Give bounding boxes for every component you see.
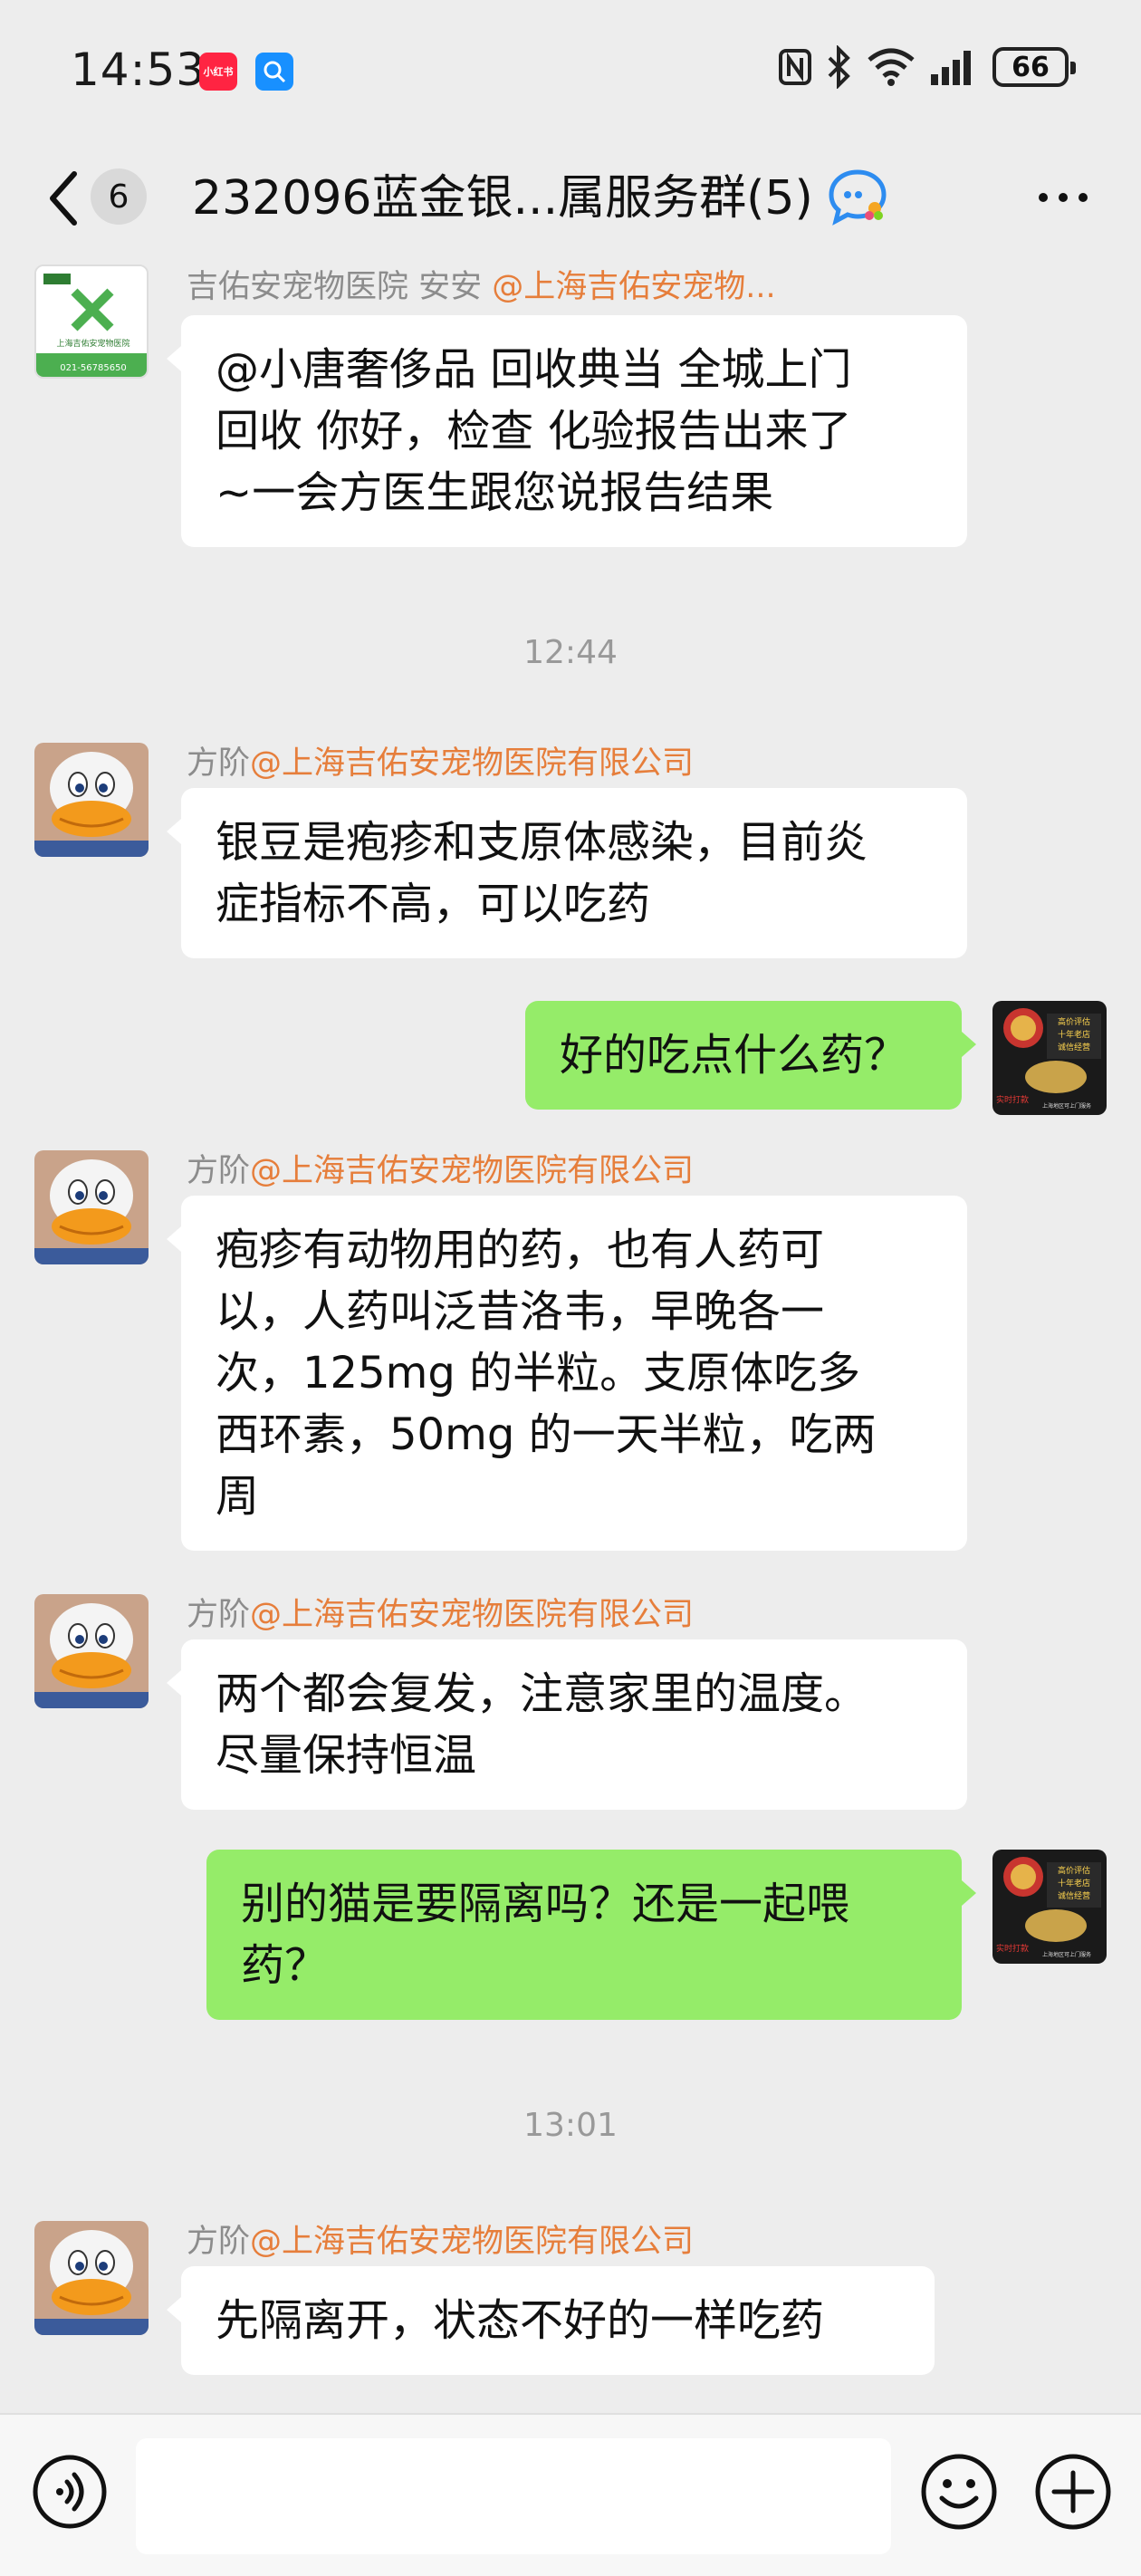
- svg-text:上海地区可上门服务: 上海地区可上门服务: [1042, 1951, 1091, 1958]
- svg-text:十年老店: 十年老店: [1058, 1878, 1090, 1889]
- message-text-line: 尽量保持恒温: [216, 1730, 477, 1781]
- message-text-line: 银豆是疱疹和支原体感染，目前炎: [216, 817, 868, 868]
- bluetooth-icon: [828, 45, 850, 89]
- battery-indicator: 66: [992, 47, 1076, 87]
- wifi-icon: [868, 48, 915, 86]
- sender-label: 吉佑安宠物医院 安安 @上海吉佑安宠物...: [187, 261, 776, 307]
- svg-text:诚信经营: 诚信经营: [1058, 1042, 1090, 1053]
- avatar-hospital-phone: 021-56785650: [60, 363, 127, 373]
- svg-text:实时打款: 实时打款: [996, 1094, 1029, 1105]
- sender-mention: @上海吉佑安宠物医院有限公司: [250, 1597, 695, 1633]
- status-time: 14:53: [71, 43, 206, 96]
- message-text-input[interactable]: [136, 2438, 891, 2554]
- svg-text:高价评估: 高价评估: [1058, 1016, 1090, 1027]
- sender-name: 方阶: [187, 1153, 251, 1189]
- group-chat-icon[interactable]: [826, 165, 889, 228]
- incoming-message-bubble[interactable]: 先隔离开，状态不好的一样吃药: [167, 2266, 935, 2375]
- chat-header: 6 232096蓝金银...属服务群(5): [0, 145, 1141, 254]
- avatar-hospital-name: 上海吉佑安宠物医院: [56, 338, 129, 349]
- message-text-line: 以，人药叫泛昔洛韦，早晚各一: [216, 1286, 825, 1337]
- incoming-message-bubble[interactable]: @小唐奢侈品 回收典当 全城上门 回收 你好，检查 化验报告出来了 ~一会方医生…: [167, 315, 967, 547]
- nfc-icon: [779, 49, 811, 85]
- timestamp: 13:01: [523, 2107, 618, 2144]
- signal-icon: [931, 51, 971, 85]
- duck-avatar[interactable]: [34, 1150, 149, 1264]
- message-text-line: 症指标不高，可以吃药: [216, 879, 651, 929]
- sender-mention: @上海吉佑安宠物医院有限公司: [250, 1153, 695, 1189]
- incoming-message-bubble[interactable]: 两个都会复发，注意家里的温度。 尽量保持恒温: [167, 1639, 967, 1810]
- svg-text:诚信经营: 诚信经营: [1058, 1890, 1090, 1901]
- message-text-line: 好的吃点什么药？: [560, 1030, 908, 1081]
- message-text-line: 西环素，50mg 的一天半粒，吃两: [216, 1409, 877, 1460]
- sender-mention: @上海吉佑安宠物医院有限公司: [250, 2224, 695, 2260]
- sender-name: 方阶: [187, 1597, 251, 1633]
- message-text-line: 疱疹有动物用的药，也有人药可: [216, 1225, 825, 1275]
- own-avatar[interactable]: 高价评估 十年老店 诚信经营 实时打款 上海地区可上门服务: [992, 1850, 1107, 1964]
- timestamp: 12:44: [523, 634, 618, 671]
- message-text-line: 先隔离开，状态不好的一样吃药: [216, 2295, 825, 2346]
- svg-text:上海地区可上门服务: 上海地区可上门服务: [1042, 1102, 1091, 1110]
- svg-text:实时打款: 实时打款: [996, 1943, 1029, 1954]
- duck-avatar[interactable]: [34, 743, 149, 857]
- emoji-icon[interactable]: [918, 2451, 1000, 2533]
- sender-mention: @上海吉佑安宠物医院有限公司: [250, 745, 695, 782]
- message-text-line: 药？: [241, 1940, 329, 1991]
- status-icons: 66: [777, 45, 1076, 89]
- message-text-line: 次，125mg 的半粒。支原体吃多: [216, 1348, 861, 1399]
- message-text-line: ~一会方医生跟您说报告结果: [216, 467, 774, 518]
- sender-name: 方阶: [187, 745, 251, 782]
- more-options-icon[interactable]: [1036, 179, 1090, 216]
- plus-icon[interactable]: [1032, 2451, 1114, 2533]
- message-text-line: @小唐奢侈品 回收典当 全城上门: [216, 344, 852, 395]
- message-list[interactable]: 上海吉佑安宠物医院 021-56785650 吉佑安宠物医院 安安 @上海吉佑安…: [0, 254, 1141, 2409]
- sender-label: 方阶@上海吉佑安宠物医院有限公司: [187, 2216, 694, 2262]
- message-text-line: 两个都会复发，注意家里的温度。: [216, 1668, 868, 1719]
- duck-avatar[interactable]: [34, 1594, 149, 1708]
- sender-name: 方阶: [187, 2224, 251, 2260]
- own-avatar[interactable]: 高价评估 十年老店 诚信经营 实时打款 上海地区可上门服务: [992, 1001, 1107, 1115]
- message-text-line: 别的猫是要隔离吗？还是一起喂: [241, 1879, 850, 1929]
- incoming-message-bubble[interactable]: 银豆是疱疹和支原体感染，目前炎 症指标不高，可以吃药: [167, 788, 967, 958]
- status-bar: 14:53 小红书 66: [0, 0, 1141, 145]
- message-text-line: 周: [216, 1471, 260, 1522]
- outgoing-message-bubble[interactable]: 别的猫是要隔离吗？还是一起喂 药？: [206, 1850, 976, 2020]
- xiaohongshu-app-icon: 小红书: [199, 53, 237, 91]
- voice-input-icon[interactable]: [31, 2453, 109, 2531]
- sender-label: 方阶@上海吉佑安宠物医院有限公司: [187, 1145, 694, 1191]
- sender-label: 方阶@上海吉佑安宠物医院有限公司: [187, 1589, 694, 1635]
- outgoing-message-bubble[interactable]: 好的吃点什么药？: [525, 1001, 976, 1110]
- unread-count-badge[interactable]: 6: [91, 168, 147, 225]
- sender-mention: @上海吉佑安宠物...: [492, 269, 776, 305]
- message-text-line: 回收 你好，检查 化验报告出来了: [216, 406, 852, 457]
- sender-name: 吉佑安宠物医院 安安: [187, 269, 483, 305]
- message-input-bar: [0, 2413, 1141, 2576]
- back-arrow-icon[interactable]: [42, 167, 87, 230]
- sender-label: 方阶@上海吉佑安宠物医院有限公司: [187, 737, 694, 783]
- search-app-icon: [255, 53, 293, 91]
- hospital-avatar[interactable]: 上海吉佑安宠物医院 021-56785650: [34, 264, 149, 379]
- svg-text:高价评估: 高价评估: [1058, 1865, 1090, 1876]
- group-title: 232096蓝金银...属服务群(5): [192, 171, 813, 226]
- svg-text:十年老店: 十年老店: [1058, 1029, 1090, 1040]
- incoming-message-bubble[interactable]: 疱疹有动物用的药，也有人药可 以，人药叫泛昔洛韦，早晚各一 次，125mg 的半…: [167, 1196, 967, 1551]
- duck-avatar[interactable]: [34, 2221, 149, 2335]
